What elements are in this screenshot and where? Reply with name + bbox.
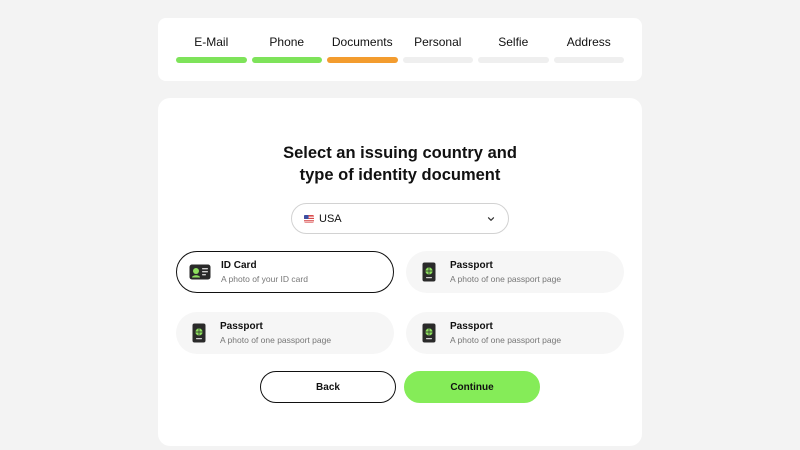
step-progress-bar — [251, 57, 322, 63]
document-title: ID Card — [221, 260, 257, 271]
step-phone: Phone — [251, 35, 322, 81]
back-button[interactable]: Back — [260, 371, 396, 403]
document-subtitle: A photo of one passport page — [220, 335, 332, 345]
id-card-icon — [189, 261, 211, 283]
step-email: E-Mail — [176, 35, 247, 81]
document-subtitle: A photo of one passport page — [450, 335, 562, 345]
step-selfie: Selfie — [478, 35, 549, 81]
document-option-id-card[interactable]: ID Card A photo of your ID card — [176, 251, 394, 293]
step-progress-bar — [402, 57, 473, 63]
step-label: Personal — [414, 35, 462, 49]
page-title: Select an issuing country and type of id… — [158, 142, 642, 186]
document-title: Passport — [450, 321, 493, 332]
document-option-passport[interactable]: Passport A photo of one passport page — [406, 251, 624, 293]
chevron-down-icon — [486, 214, 496, 224]
document-title: Passport — [220, 321, 263, 332]
passport-icon — [188, 322, 210, 344]
step-label: Address — [566, 35, 611, 49]
step-documents: Documents — [327, 35, 398, 81]
document-option-passport[interactable]: Passport A photo of one passport page — [406, 312, 624, 354]
step-personal: Personal — [402, 35, 473, 81]
step-progress-bar — [553, 57, 624, 63]
step-label: Documents — [331, 35, 393, 49]
title-line-1: Select an issuing country and — [283, 144, 517, 162]
country-select[interactable]: USA — [291, 203, 509, 234]
step-progress-bar — [478, 57, 549, 63]
continue-button[interactable]: Continue — [404, 371, 540, 403]
document-subtitle: A photo of your ID card — [221, 274, 308, 284]
us-flag-icon — [304, 214, 314, 223]
step-progress-bar — [176, 57, 247, 63]
document-selection-card: Select an issuing country and type of id… — [158, 98, 642, 446]
step-address: Address — [553, 35, 624, 81]
step-progress-bar — [327, 57, 398, 63]
step-label: Phone — [269, 35, 305, 49]
document-option-passport[interactable]: Passport A photo of one passport page — [176, 312, 394, 354]
passport-icon — [418, 322, 440, 344]
document-title: Passport — [450, 260, 493, 271]
passport-icon — [418, 261, 440, 283]
country-value: USA — [319, 212, 342, 225]
document-subtitle: A photo of one passport page — [450, 274, 562, 284]
progress-stepper: E-Mail Phone Documents Personal Selfie A… — [158, 18, 642, 81]
title-line-2: type of identity document — [299, 166, 501, 184]
step-label: E-Mail — [194, 35, 229, 49]
step-label: Selfie — [498, 35, 529, 49]
